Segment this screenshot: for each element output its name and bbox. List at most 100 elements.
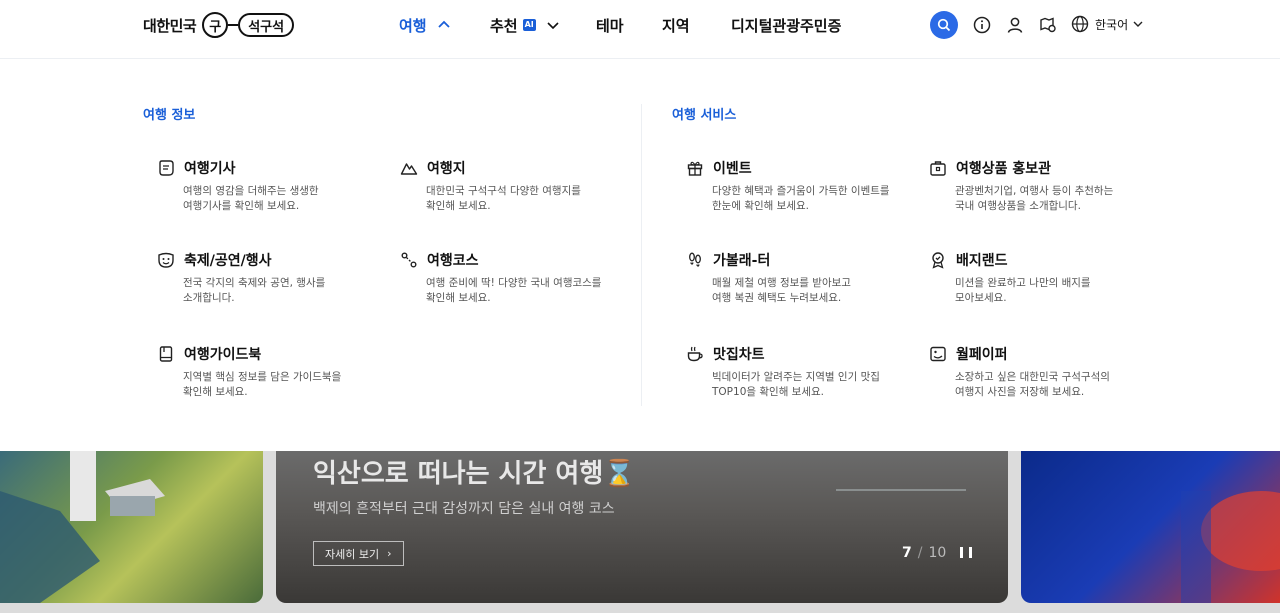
desc-line: 국내 여행상품을 소개합니다. [955,200,1081,212]
menu-item-desc: 빅데이터가 알려주는 지역별 인기 맛집 TOP10을 확인해 보세요. [712,370,902,400]
desc-line: TOP10을 확인해 보세요. [712,386,825,398]
desc-line: 전국 각지의 축제와 공연, 행사를 [183,277,326,289]
pier-structure-image [836,451,966,491]
view-details-label: 자세히 보기 [325,547,380,561]
night-light-image [1181,491,1280,603]
menu-item-desc: 소장하고 싶은 대한민국 구석구석의 여행지 사진을 저장해 보세요. [955,370,1145,400]
menu-item-desc: 다양한 혜택과 즐거움이 가득한 이벤트를 한눈에 확인해 보세요. [712,184,902,214]
user-button[interactable] [1000,10,1030,40]
coastal-lighthouse-image [0,451,165,603]
menu-item-title: 맛집차트 [713,347,765,363]
menu-item-title: 축제/공연/행사 [184,253,272,269]
guidebook-icon [156,344,176,364]
desc-line: 여행기사를 확인해 보세요. [183,200,300,212]
carousel-slide-next[interactable] [1021,451,1280,603]
pause-icon[interactable] [960,547,972,559]
view-details-button[interactable]: 자세히 보기 › [313,541,404,566]
menu-item-product-showcase[interactable]: 여행상품 홍보관 관광벤처기업, 여행사 등이 추천하는 국내 여행상품을 소개… [915,158,1135,214]
desc-line: 지역별 핵심 정보를 담은 가이드북을 [183,371,342,383]
menu-item-title: 가볼래-터 [713,253,771,269]
footprints-icon [685,250,705,270]
desc-line: 다양한 혜택과 즐거움이 가득한 이벤트를 [712,185,890,197]
globe-icon [1071,15,1089,33]
nav-item-label: 추천 [490,16,518,35]
nav-item-theme[interactable]: 테마 [596,14,624,36]
menu-divider [641,104,642,406]
mask-icon [156,250,176,270]
logo-mark-line [228,24,239,26]
menu-item-events[interactable]: 이벤트 다양한 혜택과 즐거움이 가득한 이벤트를 한눈에 확인해 보세요. [672,158,892,214]
menu-item-desc: 여행 준비에 딱! 다양한 국내 여행코스를 확인해 보세요. [426,276,616,306]
section-title-travel-service: 여행 서비스 [672,108,737,123]
menu-item-destinations[interactable]: 여행지 대한민국 구석구석 다양한 여행지를 확인해 보세요. [386,158,606,214]
pager-current: 7 [902,545,912,561]
section-title-travel-info: 여행 정보 [143,108,196,123]
map-pin-icon [1040,17,1056,33]
desc-line: 여행 준비에 딱! 다양한 국내 여행코스를 [426,277,602,289]
desc-line: 소장하고 싶은 대한민국 구석구석의 [955,371,1110,383]
desc-line: 여행 복권 혜택도 누려보세요. [712,292,842,304]
menu-item-title: 여행기사 [184,161,236,177]
menu-item-title: 월페이퍼 [956,347,1008,363]
desc-line: 여행의 영감을 더해주는 생생한 [183,185,319,197]
menu-item-desc: 지역별 핵심 정보를 담은 가이드북을 확인해 보세요. [183,370,373,400]
desc-line: 확인해 보세요. [426,292,491,304]
desc-line: 확인해 보세요. [426,200,491,212]
menu-item-title: 여행코스 [427,253,479,269]
carousel-slide-current[interactable]: 익산으로 떠나는 시간 여행⌛ 백제의 흔적부터 근대 감성까지 담은 실내 여… [276,451,1008,603]
menu-item-title: 여행상품 홍보관 [956,161,1052,177]
nav-item-recommend[interactable]: 추천 AI [490,14,560,36]
slide-pager: 7 / 10 [902,545,946,561]
nav-item-digital-resident-card[interactable]: 디지털관광주민증 [731,14,841,36]
nav-item-label: 지역 [662,16,690,35]
desc-line: 여행지 사진을 저장해 보세요. [955,386,1085,398]
desc-line: 매월 제철 여행 정보를 받아보고 [712,277,851,289]
menu-item-festivals[interactable]: 축제/공연/행사 전국 각지의 축제와 공연, 행사를 소개합니다. [143,250,363,306]
chevron-up-icon [437,20,450,28]
ai-badge: AI [522,19,536,31]
wallpaper-icon [928,344,948,364]
desc-line: 관광벤처기업, 여행사 등이 추천하는 [955,185,1114,197]
map-button[interactable] [1033,10,1063,40]
menu-item-title: 여행가이드북 [184,347,262,363]
article-icon [156,158,176,178]
pager-separator: / [917,545,923,561]
menu-item-desc: 관광벤처기업, 여행사 등이 추천하는 국내 여행상품을 소개합니다. [955,184,1145,214]
slide-title: 익산으로 떠나는 시간 여행⌛ [313,459,636,489]
menu-item-guidebook[interactable]: 여행가이드북 지역별 핵심 정보를 담은 가이드북을 확인해 보세요. [143,344,363,400]
info-icon [973,16,991,34]
menu-item-travel-courses[interactable]: 여행코스 여행 준비에 딱! 다양한 국내 여행코스를 확인해 보세요. [386,250,606,306]
cup-icon [685,344,705,364]
hero-carousel: 익산으로 떠나는 시간 여행⌛ 백제의 흔적부터 근대 감성까지 담은 실내 여… [0,451,1280,613]
route-icon [399,250,419,270]
chevron-right-icon: › [387,547,392,560]
pager-total: 10 [928,545,947,561]
menu-item-travel-articles[interactable]: 여행기사 여행의 영감을 더해주는 생생한 여행기사를 확인해 보세요. [143,158,363,214]
menu-item-wallpaper[interactable]: 월페이퍼 소장하고 싶은 대한민국 구석구석의 여행지 사진을 저장해 보세요. [915,344,1135,400]
desc-line: 소개합니다. [183,292,235,304]
carousel-slide-prev[interactable] [0,451,263,603]
menu-item-desc: 전국 각지의 축제와 공연, 행사를 소개합니다. [183,276,373,306]
user-icon [1007,17,1023,33]
search-button[interactable] [930,11,958,39]
menu-item-restaurant-chart[interactable]: 맛집차트 빅데이터가 알려주는 지역별 인기 맛집 TOP10을 확인해 보세요… [672,344,892,400]
desc-line: 빅데이터가 알려주는 지역별 인기 맛집 [712,371,880,383]
language-selector[interactable]: 한국어 [1071,15,1150,33]
chevron-down-icon [1133,21,1143,27]
site-logo[interactable]: 대한민국 구 석구석 [143,11,295,39]
desc-line: 대한민국 구석구석 다양한 여행지를 [426,185,581,197]
nav-item-label: 여행 [399,16,427,35]
info-button[interactable] [967,10,997,40]
nav-item-travel[interactable]: 여행 [399,14,451,36]
menu-item-title: 배지랜드 [956,253,1008,269]
desc-line: 확인해 보세요. [183,386,248,398]
travel-mega-menu: 여행 정보 여행 서비스 여행기사 여행의 영감을 더해주는 생생한 여행기사를… [0,59,1280,451]
menu-item-gabollaeteo[interactable]: 가볼래-터 매월 제철 여행 정보를 받아보고 여행 복권 혜택도 누려보세요. [672,250,892,306]
menu-item-badge-land[interactable]: 배지랜드 미션을 완료하고 나만의 배지를 모아보세요. [915,250,1135,306]
nav-item-region[interactable]: 지역 [662,14,690,36]
logo-mark: 구 석구석 [202,12,295,38]
logo-mark-pill: 석구석 [238,13,295,37]
nav-item-label: 디지털관광주민증 [731,16,842,35]
briefcase-icon [928,158,948,178]
menu-item-desc: 미션을 완료하고 나만의 배지를 모아보세요. [955,276,1145,306]
